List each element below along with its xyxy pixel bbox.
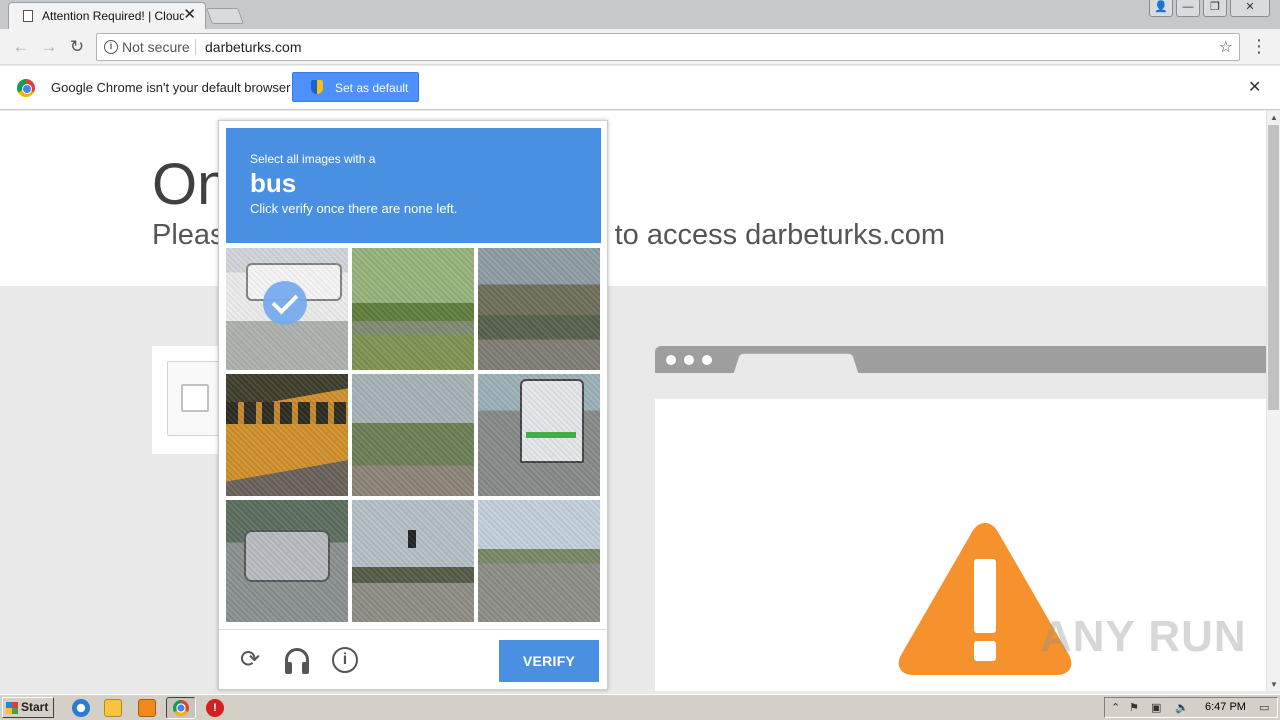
default-browser-infobar: Google Chrome isn't your default browser… <box>0 66 1280 110</box>
bookmark-star-icon[interactable]: ☆ <box>1219 37 1233 57</box>
reload-icon[interactable]: ↻ <box>66 36 88 58</box>
image-tile[interactable] <box>352 374 474 496</box>
clock[interactable]: 6:47 PM <box>1205 701 1246 713</box>
illustration-dot <box>666 355 676 365</box>
selected-check-icon <box>263 281 307 325</box>
challenge-target: bus <box>250 168 297 198</box>
help-info-icon[interactable]: i <box>332 647 358 673</box>
illustration-tab <box>733 353 859 374</box>
image-grid <box>226 248 601 623</box>
challenge-hint: Click verify once there are none left. <box>250 201 458 216</box>
new-tab-button[interactable] <box>206 8 244 24</box>
tab-title: Attention Required! | Cloudflare <box>42 9 184 23</box>
infobar-close-icon[interactable]: ✕ <box>1248 77 1261 97</box>
start-button[interactable]: Start <box>2 697 54 718</box>
reload-challenge-icon[interactable]: ⟳ <box>236 646 264 674</box>
volume-icon[interactable]: 🔈 <box>1175 701 1189 714</box>
image-tile[interactable] <box>352 500 474 622</box>
image-tile[interactable] <box>478 374 600 496</box>
profile-icon[interactable]: 👤 <box>1149 0 1173 17</box>
browser-toolbar: ← → ↻ i Not secure darbeturks.com ☆ ⋮ <box>0 29 1280 65</box>
anyrun-watermark: ANY RUN <box>1040 612 1247 661</box>
media-player-icon[interactable] <box>138 699 156 717</box>
maximize-button[interactable]: ❐ <box>1203 0 1227 17</box>
page-content: One more step Please complete the securi… <box>0 111 1266 691</box>
tray-expand-icon[interactable]: ⌃ <box>1111 701 1120 714</box>
browser-illustration-bar <box>655 346 1266 374</box>
tab-strip: Attention Required! | Cloudflare ✕ 👤 — ❐… <box>0 0 1280 29</box>
chrome-logo-icon <box>17 79 35 97</box>
forward-arrow-icon[interactable]: → <box>38 36 60 58</box>
chrome-menu-icon[interactable]: ⋮ <box>1250 36 1268 58</box>
tab-close-icon[interactable]: ✕ <box>183 7 196 22</box>
captcha-widget <box>152 346 227 454</box>
page-favicon-icon <box>23 10 33 22</box>
url-text[interactable]: darbeturks.com <box>205 39 301 55</box>
browser-tab[interactable]: Attention Required! | Cloudflare ✕ <box>8 2 206 29</box>
audio-challenge-icon[interactable] <box>285 648 309 674</box>
system-tray: ⌃ ⚑ ▣ 🔈 6:47 PM ▭ <box>1104 697 1278 718</box>
file-explorer-icon[interactable] <box>104 699 122 717</box>
address-bar[interactable]: i Not secure darbeturks.com ☆ <box>96 33 1240 61</box>
address-separator <box>195 39 196 55</box>
challenge-instruction: Select all images with a <box>250 152 376 166</box>
close-window-button[interactable]: ✕ <box>1230 0 1270 17</box>
windows-taskbar: Start ! ⌃ ⚑ ▣ 🔈 6:47 PM ▭ <box>0 694 1280 720</box>
scrollbar-thumb[interactable] <box>1268 125 1279 410</box>
show-desktop-icon[interactable]: ▭ <box>1259 701 1269 714</box>
network-icon[interactable]: ▣ <box>1151 701 1161 714</box>
image-tile[interactable] <box>478 500 600 622</box>
captcha-checkbox[interactable] <box>181 384 209 412</box>
shield-icon <box>311 80 323 94</box>
verify-button[interactable]: VERIFY <box>499 640 599 682</box>
challenge-header: Select all images with a bus Click verif… <box>226 128 601 243</box>
challenge-footer: ⟳ i VERIFY <box>219 629 607 689</box>
back-arrow-icon[interactable]: ← <box>10 36 32 58</box>
flag-icon[interactable]: ⚑ <box>1129 701 1139 714</box>
hero-section: One more step Please complete the securi… <box>0 111 1266 286</box>
info-icon[interactable]: i <box>104 40 118 54</box>
internet-explorer-icon[interactable] <box>72 699 90 717</box>
image-tile[interactable] <box>478 248 600 370</box>
illustration-dot <box>684 355 694 365</box>
set-as-default-button[interactable]: Set as default <box>292 72 419 102</box>
image-tile[interactable] <box>226 374 348 496</box>
recaptcha-challenge: Select all images with a bus Click verif… <box>218 120 608 690</box>
page-scrollbar[interactable]: ▲ ▼ <box>1266 111 1280 691</box>
set-as-default-label: Set as default <box>335 81 409 95</box>
scroll-up-arrow-icon[interactable]: ▲ <box>1270 113 1278 122</box>
infobar-message: Google Chrome isn't your default browser <box>51 80 291 95</box>
minimize-button[interactable]: — <box>1176 0 1200 17</box>
security-label[interactable]: Not secure <box>122 39 190 55</box>
stop-icon[interactable]: ! <box>206 699 224 717</box>
illustration-dot <box>702 355 712 365</box>
image-tile[interactable] <box>226 500 348 622</box>
image-tile[interactable] <box>352 248 474 370</box>
scroll-down-arrow-icon[interactable]: ▼ <box>1270 680 1278 689</box>
image-tile[interactable] <box>226 248 348 370</box>
window-controls: 👤 — ❐ ✕ <box>1149 0 1270 18</box>
chrome-taskbar-icon[interactable] <box>166 697 196 719</box>
